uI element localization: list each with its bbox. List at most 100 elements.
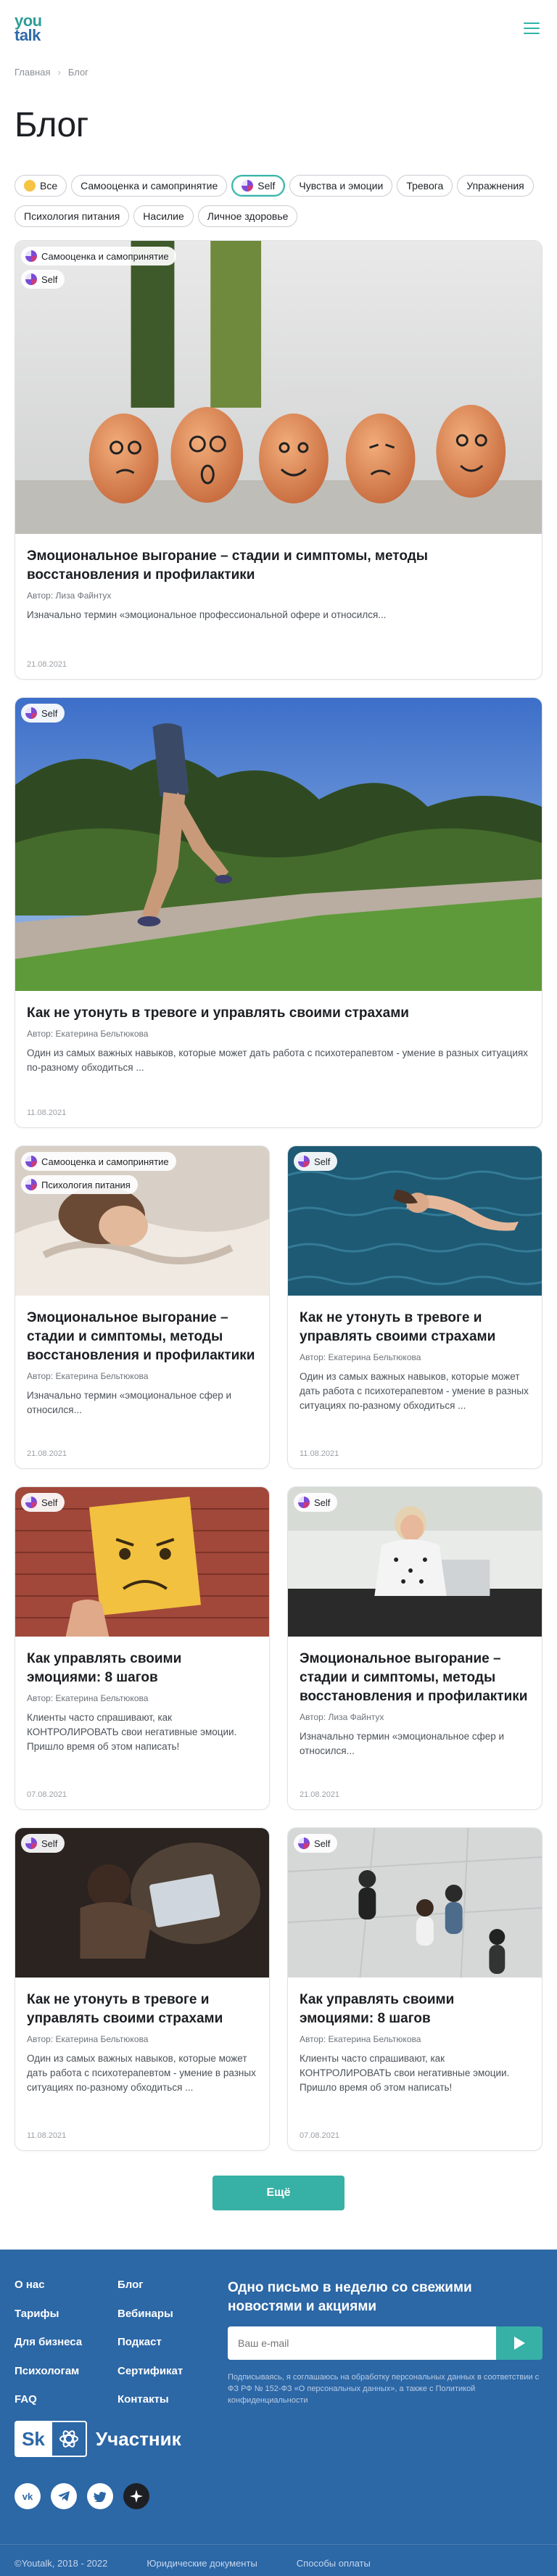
skolkovo-badge: Sk Участник — [15, 2421, 542, 2457]
card-body: Как не утонуть в тревоге и управлять сво… — [288, 1296, 542, 1468]
card-excerpt: Изначально термин «эмоциональное професс… — [27, 609, 387, 620]
article-image: Self — [15, 1487, 269, 1637]
card-chips: Self — [21, 704, 65, 723]
chip-label: Self — [41, 707, 58, 719]
tag-label: Все — [40, 180, 58, 192]
tag-label: Self — [257, 180, 276, 192]
chip-label: Self — [314, 1156, 331, 1167]
card-title[interactable]: Как управлять своими эмоциями: 8 шагов — [27, 1650, 257, 1687]
breadcrumb-current: Блог — [67, 67, 88, 78]
tag-all[interactable]: Все — [15, 175, 67, 197]
card-author: Автор: Лиза Файнтух — [27, 590, 112, 601]
card-title[interactable]: Эмоциональное выгорание – стадии и симпт… — [27, 547, 530, 585]
footer-link-about[interactable]: О нас — [15, 2279, 117, 2292]
self-icon — [25, 707, 37, 719]
category-chip: Self — [294, 1834, 338, 1853]
footer-link-contacts[interactable]: Контакты — [117, 2393, 220, 2406]
self-icon — [25, 1838, 37, 1849]
card-author: Автор: Екатерина Бельтюкова — [27, 1371, 149, 1381]
card-chips: Самооценка и самопринятие Психология пит… — [21, 1152, 176, 1194]
tag-self[interactable]: Self — [231, 175, 286, 197]
footer-links: О нас Блог Тарифы Вебинары Для бизнеса П… — [15, 2279, 220, 2406]
blog-card[interactable]: Self Как управлять своими эмоциями: 8 ша… — [15, 1486, 270, 1810]
email-input[interactable] — [228, 2326, 496, 2360]
tag-label: Насилие — [143, 210, 184, 222]
tag-label: Чувства и эмоции — [299, 180, 384, 192]
blog-card[interactable]: Self Как не утонуть в тревоге и управлят… — [15, 1827, 270, 2151]
twitter-icon[interactable] — [87, 2483, 113, 2509]
legal-documents-link[interactable]: Юридические документы — [147, 2558, 257, 2569]
youtalk-logo[interactable]: you talk — [15, 13, 42, 44]
card-body: Как управлять своими эмоциями: 8 шагов А… — [15, 1637, 269, 1809]
blog-card[interactable]: Self Как не утонуть в тревоге и управлят… — [15, 697, 542, 1128]
category-chip: Self — [21, 1493, 65, 1512]
card-title[interactable]: Как не утонуть в тревоге и управлять сво… — [300, 1309, 530, 1346]
skolkovo-logo: Sk — [15, 2421, 52, 2457]
tag-label: Тревога — [406, 180, 444, 192]
card-excerpt: Клиенты часто спрашивают, как КОНТРОЛИРО… — [300, 2053, 510, 2093]
card-title[interactable]: Как управлять своими эмоциями: 8 шагов — [300, 1991, 530, 2028]
footer-link-business[interactable]: Для бизнеса — [15, 2336, 117, 2349]
tag-personal-health[interactable]: Личное здоровье — [197, 205, 298, 227]
tag-food-psychology[interactable]: Психология питания — [15, 205, 130, 227]
card-date: 21.08.2021 — [27, 1449, 67, 1458]
payment-methods-link[interactable]: Способы оплаты — [297, 2558, 371, 2569]
footer-link-certificate[interactable]: Сертификат — [117, 2365, 220, 2378]
subscribe-button[interactable] — [496, 2326, 542, 2360]
star-icon[interactable] — [123, 2483, 149, 2509]
load-more-button[interactable]: Ещё — [213, 2176, 344, 2210]
load-more-wrap: Ещё — [0, 2151, 557, 2250]
article-image: Self — [15, 698, 542, 991]
breadcrumb: Главная › Блог — [0, 57, 557, 78]
card-author: Автор: Екатерина Бельтюкова — [27, 2034, 149, 2044]
vk-icon[interactable]: vk — [15, 2483, 41, 2509]
footer-link-podcast[interactable]: Подкаст — [117, 2336, 220, 2349]
blog-card[interactable]: Самооценка и самопринятие Психология пит… — [15, 1145, 270, 1469]
category-chip: Self — [21, 1834, 65, 1853]
category-chip: Self — [294, 1493, 338, 1512]
card-body: Эмоциональное выгорание – стадии и симпт… — [288, 1637, 542, 1809]
card-title[interactable]: Как не утонуть в тревоге и управлять сво… — [27, 1004, 530, 1023]
self-icon — [25, 273, 37, 285]
tag-anxiety[interactable]: Тревога — [397, 175, 453, 197]
card-author: Автор: Екатерина Бельтюкова — [300, 2034, 421, 2044]
tag-exercises[interactable]: Упражнения — [457, 175, 534, 197]
footer-link-webinars[interactable]: Вебинары — [117, 2308, 220, 2321]
card-chips: Self — [21, 1834, 65, 1853]
tag-feelings[interactable]: Чувства и эмоции — [289, 175, 393, 197]
breadcrumb-home[interactable]: Главная — [15, 67, 50, 78]
tag-label: Личное здоровье — [207, 210, 289, 222]
category-chip: Самооценка и самопринятие — [21, 1152, 176, 1171]
footer-link-faq[interactable]: FAQ — [15, 2393, 117, 2406]
self-icon — [298, 1838, 310, 1849]
footer-link-psychologists[interactable]: Психологам — [15, 2365, 117, 2378]
self-icon — [25, 1179, 37, 1190]
arrow-right-icon — [514, 2337, 525, 2350]
article-image: Самооценка и самопринятие Психология пит… — [15, 1146, 269, 1296]
tag-label: Психология питания — [24, 210, 120, 222]
card-title[interactable]: Как не утонуть в тревоге и управлять сво… — [27, 1991, 257, 2028]
tag-self-esteem[interactable]: Самооценка и самопринятие — [71, 175, 228, 197]
menu-icon[interactable] — [524, 22, 540, 34]
chip-label: Self — [41, 1497, 58, 1508]
chevron-right-icon: › — [57, 67, 61, 78]
card-title[interactable]: Эмоциональное выгорание – стадии и симпт… — [300, 1650, 530, 1706]
footer-link-blog[interactable]: Блог — [117, 2279, 220, 2292]
footer-top: О нас Блог Тарифы Вебинары Для бизнеса П… — [15, 2279, 542, 2406]
card-chips: Self — [21, 1493, 65, 1512]
self-icon — [25, 1497, 37, 1508]
self-icon — [298, 1497, 310, 1508]
privacy-note: Подписываясь, я соглашаюсь на обработку … — [228, 2373, 540, 2405]
blog-card[interactable]: Самооценка и самопринятие Self Эмоционал… — [15, 240, 542, 680]
telegram-icon[interactable] — [51, 2483, 77, 2509]
card-title[interactable]: Эмоциональное выгорание – стадии и симпт… — [27, 1309, 257, 1365]
tag-violence[interactable]: Насилие — [133, 205, 194, 227]
blog-card[interactable]: Self Эмоциональное выгорание – стадии и … — [287, 1486, 542, 1810]
blog-card[interactable]: Self Как управлять своими эмоциями: 8 ша… — [287, 1827, 542, 2151]
footer-link-tariffs[interactable]: Тарифы — [15, 2308, 117, 2321]
card-body: Эмоциональное выгорание – стадии и симпт… — [15, 1296, 269, 1468]
skolkovo-label: Участник — [96, 2427, 181, 2450]
blog-cards: Самооценка и самопринятие Self Эмоционал… — [0, 230, 557, 2151]
blog-card[interactable]: Self Как не утонуть в тревоге и управлят… — [287, 1145, 542, 1469]
card-author: Автор: Екатерина Бельтюкова — [300, 1352, 421, 1362]
